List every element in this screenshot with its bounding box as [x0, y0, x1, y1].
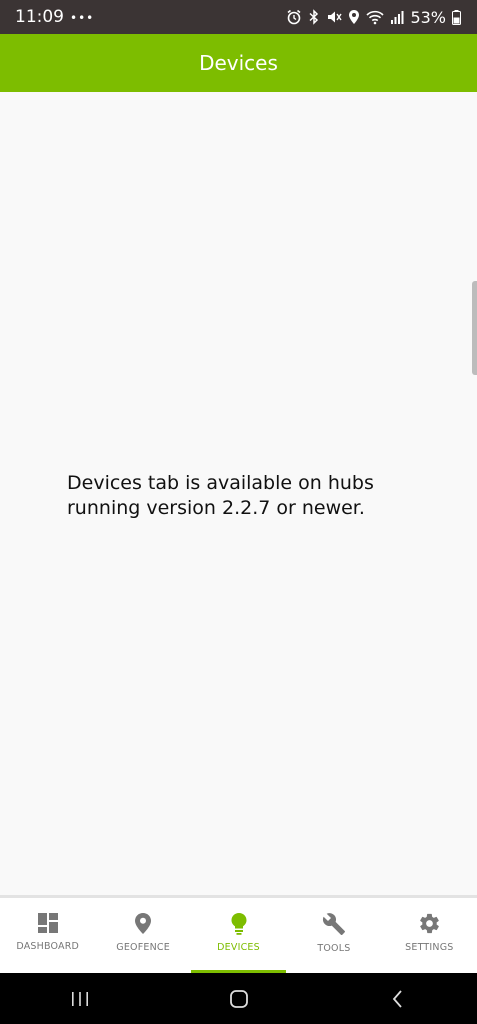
nav-item-settings[interactable]: SETTINGS — [382, 898, 477, 973]
bluetooth-icon — [309, 9, 319, 25]
app-bar: Devices — [0, 34, 477, 92]
location-pin-icon — [135, 913, 152, 934]
nav-item-geofence[interactable]: GEOFENCE — [95, 898, 190, 973]
nav-item-dashboard[interactable]: DASHBOARD — [0, 898, 95, 973]
status-right: 53% — [286, 8, 461, 27]
edge-panel-handle[interactable] — [472, 281, 477, 375]
nav-label-tools: TOOLS — [317, 943, 351, 954]
battery-icon — [452, 9, 461, 25]
nav-label-settings: SETTINGS — [405, 942, 454, 953]
back-button[interactable] — [368, 979, 428, 1019]
status-bar: 11:09 ••• 53% — [0, 0, 477, 34]
status-time: 11:09 — [15, 7, 64, 27]
bottom-nav: DASHBOARD GEOFENCE DEVICES TOOLS SETTING… — [0, 895, 477, 973]
alarm-icon — [287, 9, 301, 25]
home-button[interactable] — [209, 979, 269, 1019]
nav-label-dashboard: DASHBOARD — [16, 941, 80, 952]
recent-apps-icon — [71, 991, 88, 1006]
home-icon — [229, 989, 248, 1008]
status-left: 11:09 ••• — [15, 7, 94, 27]
location-icon — [349, 10, 360, 24]
mute-icon — [328, 11, 343, 23]
battery-percent: 53% — [410, 7, 446, 27]
lightbulb-icon — [231, 913, 247, 935]
recent-apps-button[interactable] — [50, 979, 110, 1019]
signal-icon — [391, 11, 404, 24]
back-icon — [392, 989, 402, 1008]
page-title: Devices — [199, 51, 278, 75]
wifi-icon — [366, 10, 385, 25]
dashboard-icon — [37, 913, 58, 933]
nav-item-devices[interactable]: DEVICES — [190, 898, 287, 973]
notification-dots: ••• — [70, 10, 95, 25]
screen: 11:09 ••• 53% Devices Devices tab is ava… — [0, 0, 477, 1024]
nav-item-tools[interactable]: TOOLS — [286, 898, 381, 973]
nav-label-devices: DEVICES — [217, 942, 260, 953]
nav-label-geofence: GEOFENCE — [116, 942, 170, 953]
gear-icon — [419, 913, 439, 934]
wrench-icon — [322, 913, 345, 935]
devices-unavailable-message: Devices tab is available on hubs running… — [67, 472, 374, 519]
system-nav-bar — [0, 973, 477, 1024]
content-area[interactable]: Devices tab is available on hubs running… — [0, 92, 477, 895]
